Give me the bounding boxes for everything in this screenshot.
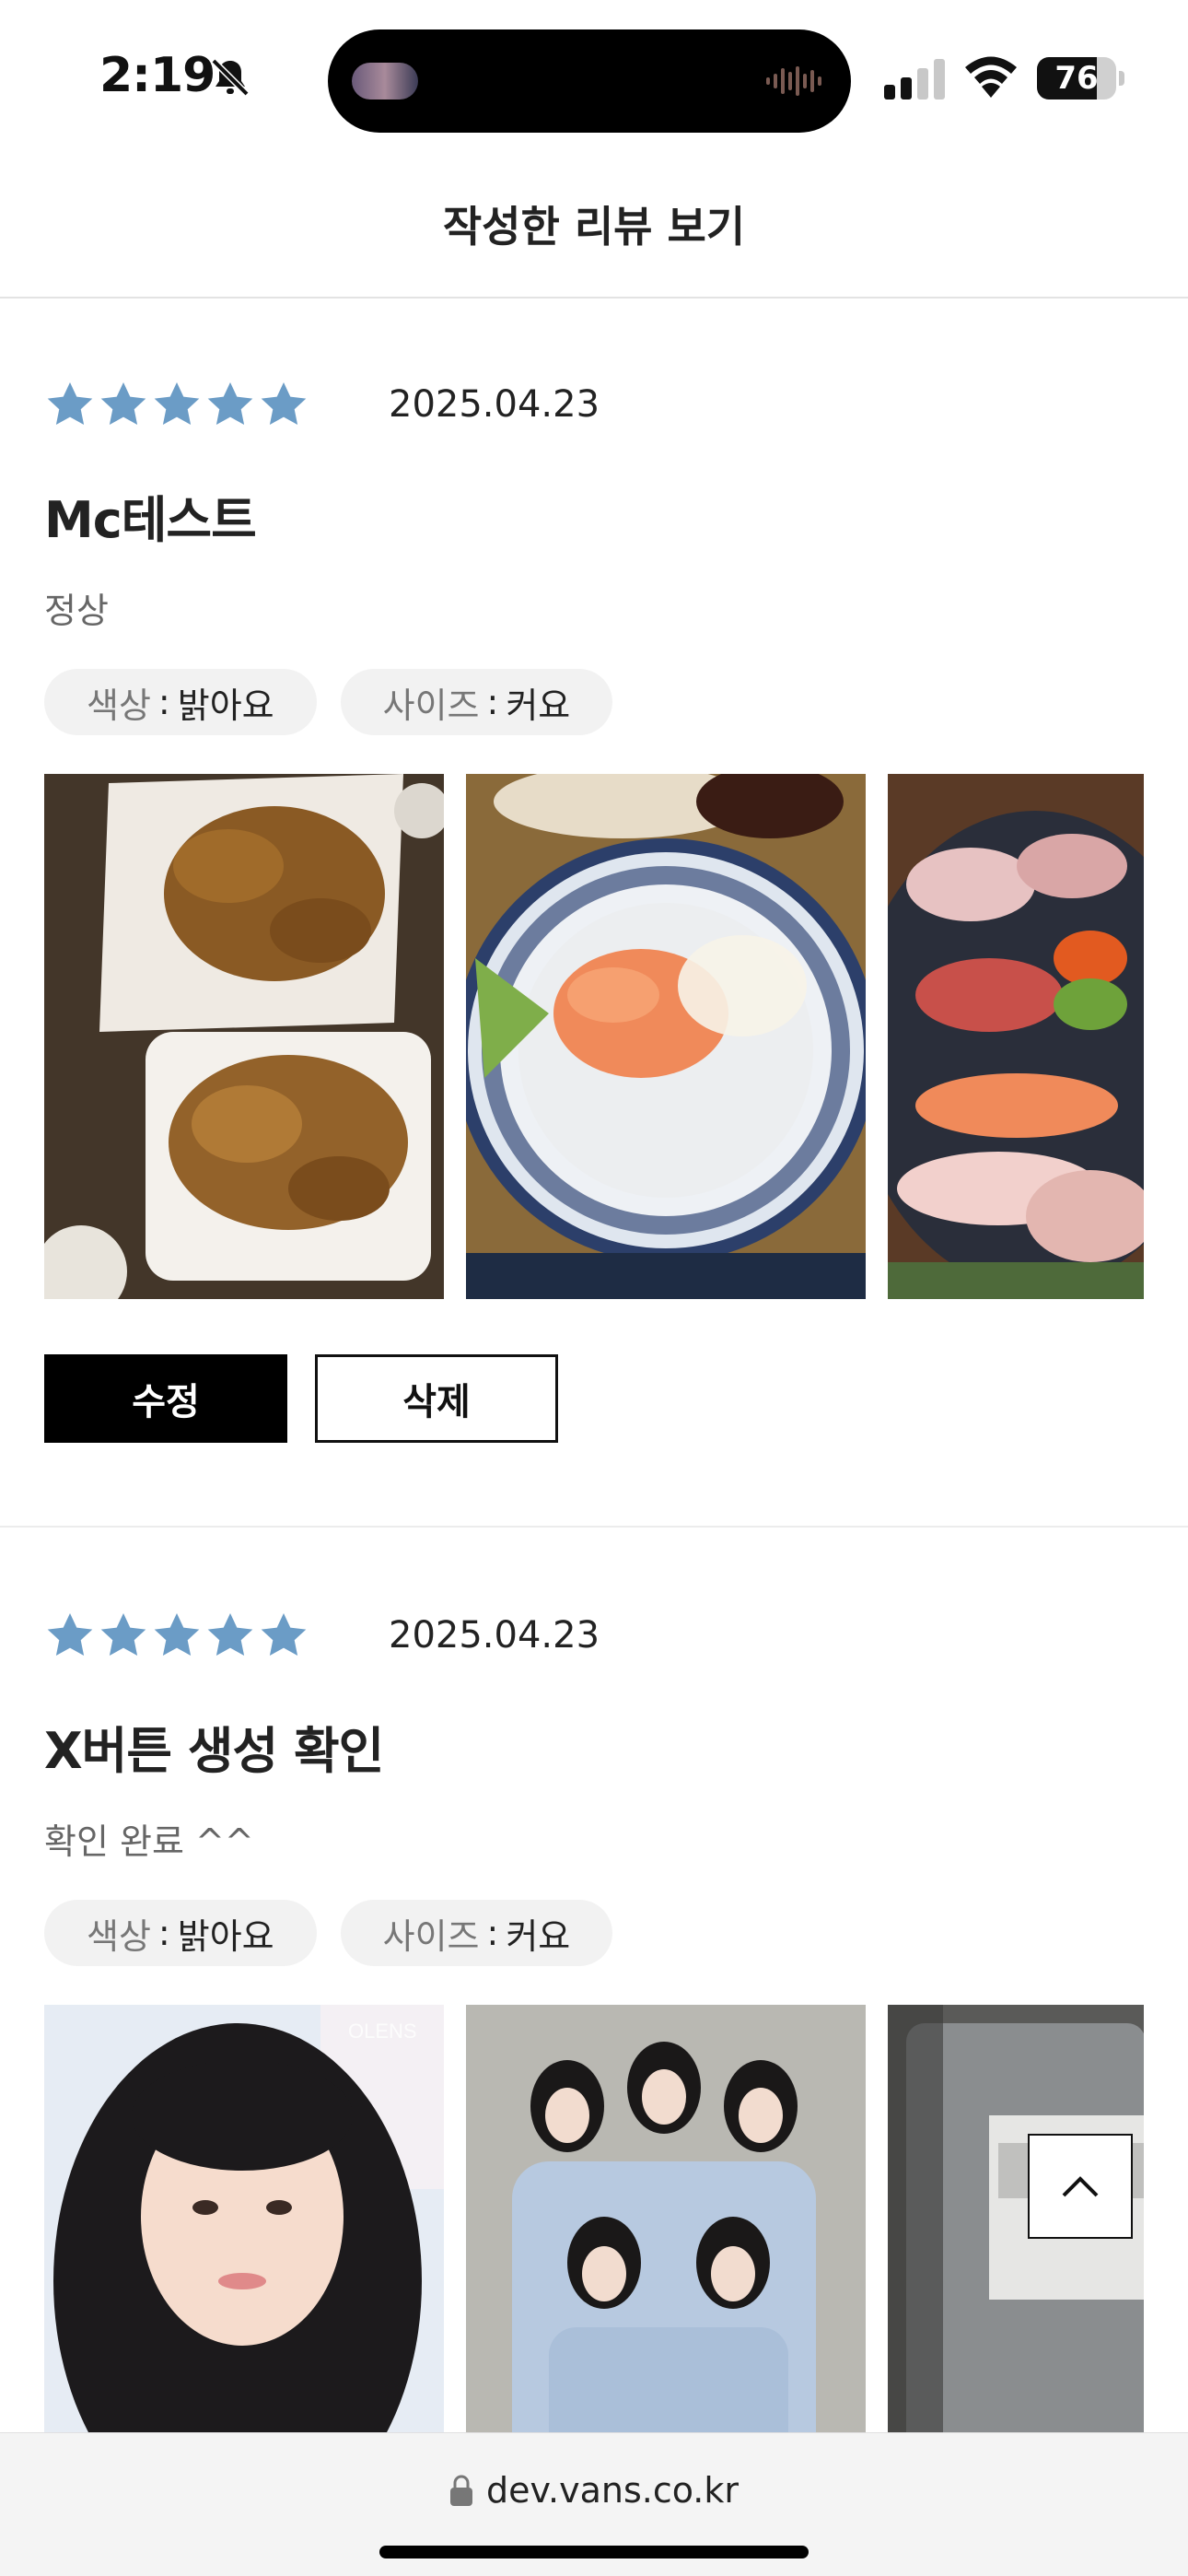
salmon-bowl-photo[interactable]	[466, 774, 866, 1299]
delete-button[interactable]: 삭제	[315, 1354, 558, 1443]
review-date: 2025.04.23	[389, 383, 600, 426]
chip-value: 밝아요	[177, 1915, 274, 1957]
chip-separator: :	[157, 1913, 170, 1953]
review-actions: 수정 삭제	[44, 1354, 558, 1443]
cellular-signal-icon	[884, 59, 945, 100]
photo-watermark: OLENS	[348, 2020, 417, 2043]
review-body: 정상	[44, 591, 109, 631]
chip-separator: :	[157, 682, 170, 722]
bell-slash-icon	[211, 58, 250, 97]
page-title: 작성한 리뷰 보기	[442, 202, 746, 252]
star-icon	[100, 382, 146, 425]
chip-value: 커요	[506, 1915, 571, 1957]
home-indicator[interactable]	[379, 2546, 809, 2558]
star-icon	[154, 382, 200, 425]
option-chip-size: 사이즈 : 커요	[340, 669, 613, 735]
now-playing-thumbnail	[352, 63, 418, 100]
option-chip-size: 사이즈 : 커요	[340, 1900, 613, 1966]
option-chip-color: 색상 : 밝아요	[44, 669, 317, 735]
option-chips: 색상 : 밝아요 사이즈 : 커요	[44, 1900, 613, 1966]
review-card: 2025.04.23 Mc테스트 정상 색상 : 밝아요 사이즈 : 커요 수정…	[0, 299, 1188, 1528]
star-icon	[207, 382, 253, 425]
review-body: 확인 완료 ^^	[44, 1821, 254, 1862]
status-time: 2:19	[99, 48, 215, 103]
star-icon	[154, 1613, 200, 1656]
star-icon	[47, 1613, 93, 1656]
lock-icon	[449, 2475, 472, 2506]
review-title: X버튼 생성 확인	[44, 1722, 384, 1780]
chip-key: 사이즈	[382, 685, 480, 726]
edit-button[interactable]: 수정	[44, 1354, 287, 1443]
battery-indicator: 76	[1037, 57, 1125, 100]
dynamic-island	[328, 29, 851, 133]
chip-key: 사이즈	[382, 1915, 480, 1957]
review-card: 2025.04.23 X버튼 생성 확인 확인 완료 ^^ 색상 : 밝아요 사…	[0, 1529, 1188, 2530]
chip-separator: :	[486, 682, 499, 722]
chip-key: 색상	[87, 1915, 151, 1957]
chip-value: 밝아요	[177, 685, 274, 726]
fried-chicken-photo[interactable]	[44, 774, 444, 1299]
star-icon	[261, 382, 307, 425]
star-icon	[261, 1613, 307, 1656]
url-text[interactable]: dev.vans.co.kr	[486, 2470, 739, 2511]
chip-key: 색상	[87, 685, 151, 726]
wifi-icon	[965, 56, 1017, 98]
star-rating	[44, 380, 309, 431]
star-icon	[207, 1613, 253, 1656]
option-chip-color: 색상 : 밝아요	[44, 1900, 317, 1966]
option-chips: 색상 : 밝아요 사이즈 : 커요	[44, 669, 613, 735]
url-row[interactable]: dev.vans.co.kr	[0, 2470, 1188, 2511]
browser-address-bar[interactable]: dev.vans.co.kr	[0, 2432, 1188, 2576]
sashimi-platter-photo[interactable]	[888, 774, 1144, 1299]
app-header: 작성한 리뷰 보기	[0, 157, 1188, 299]
chip-separator: :	[486, 1913, 499, 1953]
review-title: Mc테스트	[44, 491, 257, 549]
review-date: 2025.04.23	[389, 1614, 600, 1657]
review-photos[interactable]	[44, 774, 1144, 1299]
star-icon	[47, 382, 93, 425]
star-rating	[44, 1610, 309, 1662]
scroll-top-button[interactable]	[1028, 2134, 1133, 2239]
chip-value: 커요	[506, 685, 571, 726]
battery-percent: 76	[1054, 60, 1099, 97]
audio-waveform-icon	[766, 66, 821, 96]
status-bar: 2:19 76	[0, 0, 1188, 157]
star-icon	[100, 1613, 146, 1656]
chevron-up-icon	[1062, 2176, 1099, 2197]
